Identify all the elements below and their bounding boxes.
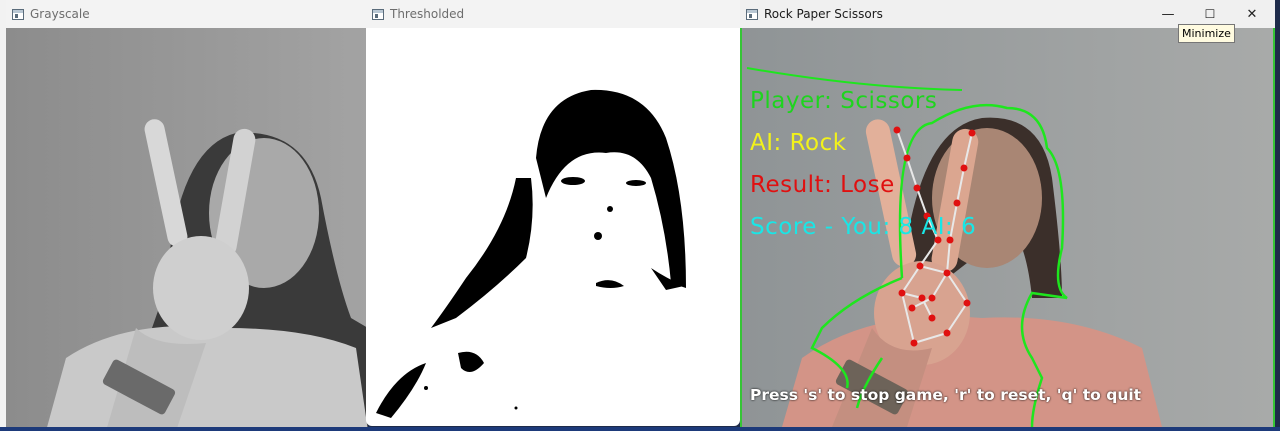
app-window-icon <box>12 8 24 20</box>
grayscale-title: Grayscale <box>30 7 90 21</box>
thresholded-window[interactable]: Thresholded <box>366 0 740 426</box>
close-icon[interactable]: ✕ <box>1231 0 1273 28</box>
thresholded-title: Thresholded <box>390 7 465 21</box>
instructions-text: Press 's' to stop game, 'r' to reset, 'q… <box>750 386 1142 404</box>
result-label: Result: Lose <box>750 172 895 198</box>
rps-window[interactable]: Rock Paper Scissors — ☐ ✕ Player: Scisso… <box>740 0 1275 429</box>
app-window-icon <box>372 8 384 20</box>
thresholded-video-frame <box>366 28 740 426</box>
grayscale-titlebar[interactable]: Grayscale <box>6 0 368 28</box>
score-label: Score - You: 8 AI: 6 <box>750 214 977 240</box>
ai-move-label: AI: Rock <box>750 130 847 156</box>
rps-video-frame: Player: Scissors AI: Rock Result: Lose S… <box>740 28 1275 429</box>
grayscale-window[interactable]: Grayscale <box>6 0 368 431</box>
taskbar-edge <box>0 427 1280 431</box>
rps-title: Rock Paper Scissors <box>764 7 883 21</box>
app-window-icon <box>746 8 758 20</box>
thresholded-titlebar[interactable]: Thresholded <box>366 0 740 28</box>
thresholded-camera-image <box>366 28 740 426</box>
minimize-tooltip: Minimize <box>1178 24 1235 43</box>
player-move-label: Player: Scissors <box>750 88 938 114</box>
grayscale-camera-image <box>6 28 368 431</box>
grayscale-video-frame <box>6 28 368 431</box>
